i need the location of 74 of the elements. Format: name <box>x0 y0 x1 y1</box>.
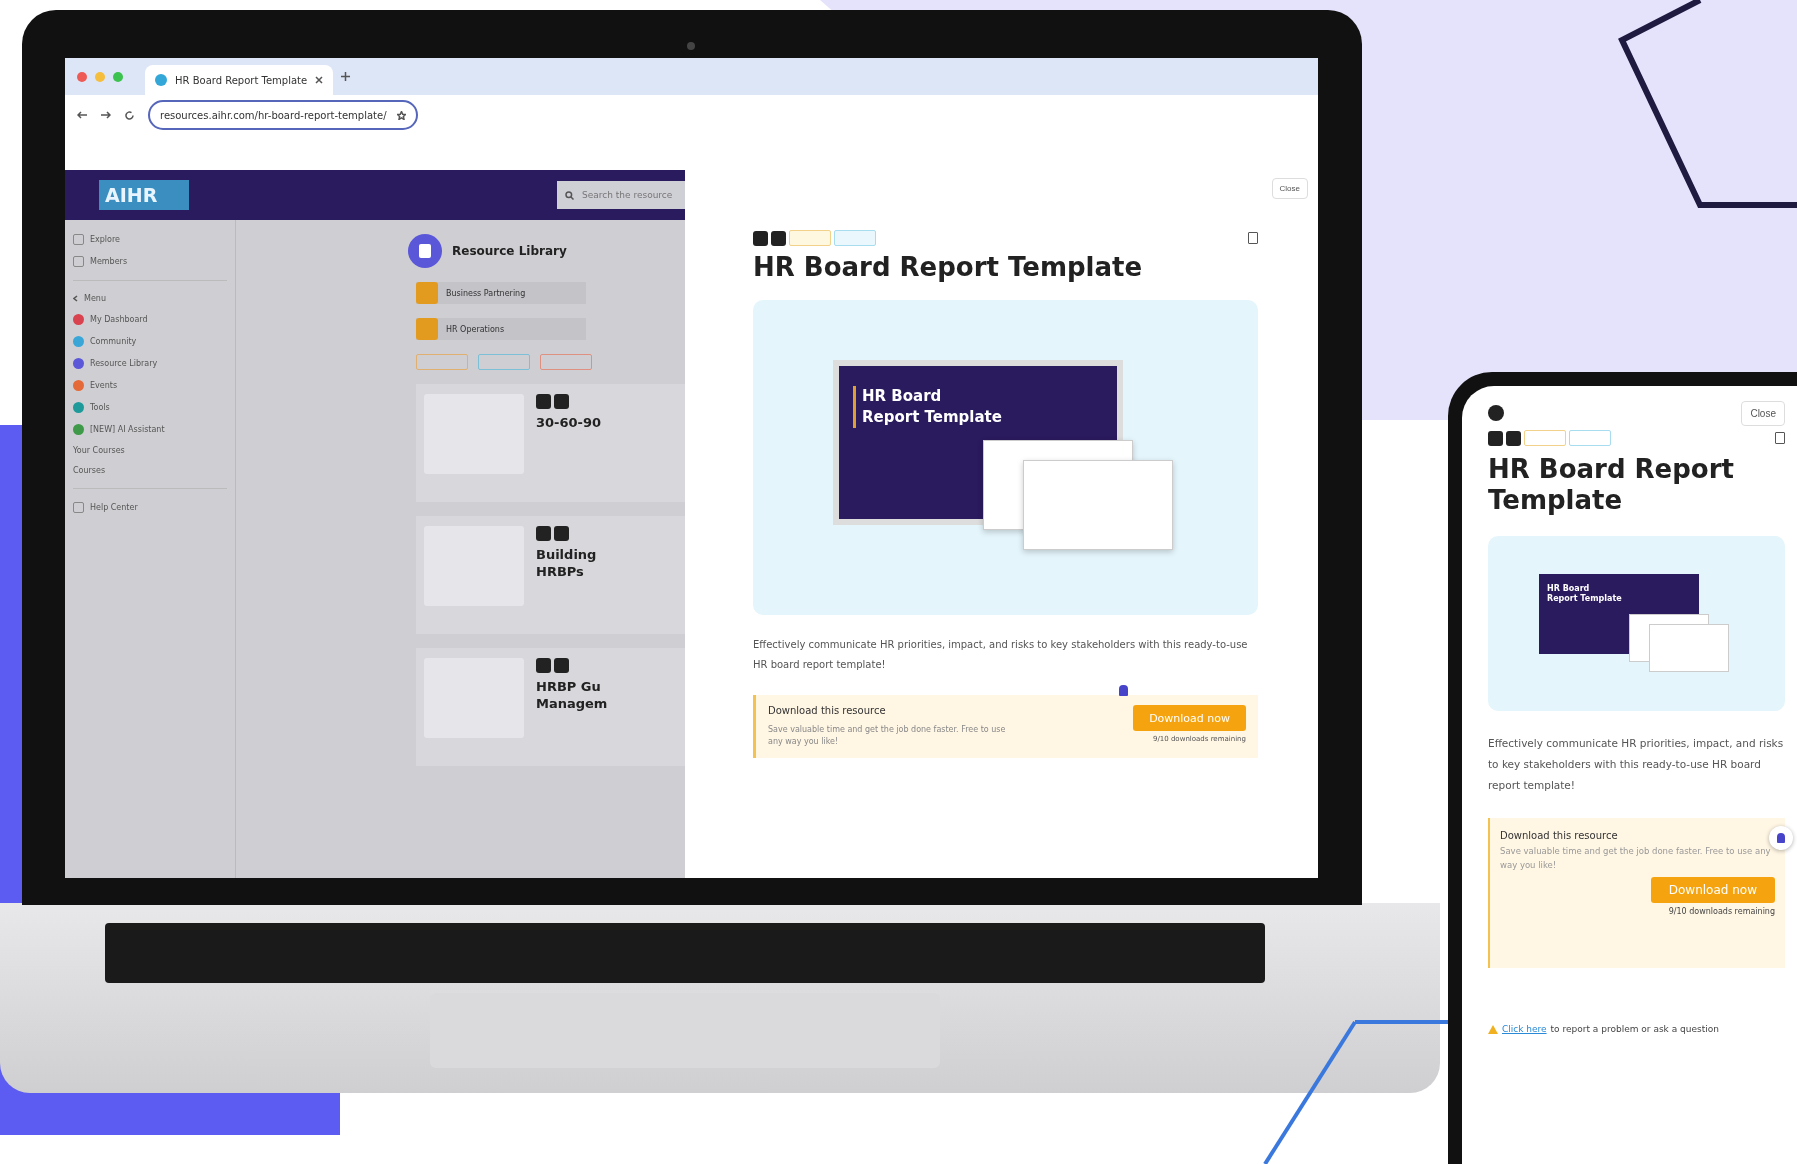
format-icon <box>771 230 786 246</box>
sidebar-item[interactable]: Explore <box>73 234 227 245</box>
resource-card[interactable]: 30-60-90 <box>416 384 685 502</box>
search-icon <box>565 190 574 200</box>
format-icon <box>1506 430 1521 446</box>
page-title: Resource Library <box>452 244 567 258</box>
star-icon[interactable] <box>396 110 406 120</box>
camera-icon <box>687 42 695 50</box>
slide-title: HR Board Report Template <box>853 386 1117 428</box>
card-title: Building HRBPs <box>536 547 597 581</box>
format-icon <box>536 394 551 409</box>
site-icon <box>155 74 167 86</box>
close-icon[interactable] <box>315 76 324 84</box>
logo: AIHR <box>99 180 189 210</box>
sidebar-item[interactable]: Members <box>73 256 227 267</box>
download-heading: Download this resource <box>1500 830 1619 842</box>
format-icon <box>554 526 569 541</box>
download-heading: Download this resource <box>768 705 887 716</box>
close-button[interactable]: Close <box>1271 178 1308 199</box>
download-text: Save valuable time and get the job done faster. Free to use any way you like! <box>1500 845 1772 872</box>
footer-text: to report a problem or ask a question <box>1550 1024 1719 1035</box>
tag-chip <box>1569 430 1611 446</box>
format-icon <box>536 526 551 541</box>
sidebar-item[interactable]: [NEW] AI Assistant <box>73 424 227 435</box>
reload-icon[interactable] <box>125 110 134 120</box>
forward-icon[interactable] <box>101 111 111 119</box>
resource-card[interactable]: HRBP Gu Managem <box>416 648 685 766</box>
format-icon <box>1488 430 1503 446</box>
url-text: resources.aihr.com/hr-board-report-template/ <box>160 109 387 121</box>
sidebar-item[interactable]: Events <box>73 380 227 391</box>
camera-icon <box>1488 405 1504 421</box>
card-title: 30-60-90 <box>536 415 602 432</box>
slide-title: HR Board Report Template <box>1547 583 1623 605</box>
tab-title: HR Board Report Template <box>175 74 308 86</box>
resource-title: HR Board Report Template <box>753 252 1144 282</box>
category-item[interactable]: HR Operations <box>416 318 586 340</box>
bookmark-icon[interactable] <box>1775 432 1785 444</box>
new-tab-icon[interactable] <box>341 72 351 81</box>
description: Effectively communicate HR priorities, impact, and risks to key stakeholders with this ready-to-use HR board report template! <box>753 638 1249 672</box>
tag-chip <box>834 230 876 246</box>
format-icon <box>753 230 768 246</box>
warning-icon <box>1488 1024 1498 1034</box>
sidebar-item[interactable]: Help Center <box>73 502 227 513</box>
menu-label: Menu <box>84 294 106 303</box>
sidebar-item[interactable]: Tools <box>73 402 227 413</box>
chevron-icon[interactable] <box>73 295 78 302</box>
sidebar-section[interactable]: Your Courses <box>73 446 227 455</box>
library-icon <box>408 234 442 268</box>
sidebar-item[interactable]: My Dashboard <box>73 314 227 325</box>
downloads-remaining: 9/10 downloads remaining <box>1668 906 1775 916</box>
sidebar-item[interactable]: Community <box>73 336 227 347</box>
bookmark-icon[interactable] <box>1248 232 1258 244</box>
bell-button[interactable] <box>1769 826 1793 850</box>
sidebar-item[interactable]: Resource Library <box>73 358 227 369</box>
sidebar-section[interactable]: Courses <box>73 466 227 475</box>
back-icon[interactable] <box>77 111 87 119</box>
format-icon <box>536 658 551 673</box>
search-placeholder: Search the resource <box>582 190 673 200</box>
category-item[interactable]: Business Partnering <box>416 282 586 304</box>
resource-title: HR Board Report Template <box>1488 454 1735 517</box>
tag-chip <box>789 230 831 246</box>
description: Effectively communicate HR priorities, impact, and risks to key stakeholders with this ready-to-use HR board report template! <box>1488 736 1785 794</box>
close-button[interactable]: Close <box>1741 400 1785 426</box>
format-icon <box>554 658 569 673</box>
card-title: HRBP Gu Managem <box>536 679 608 713</box>
tag-chip <box>1524 430 1566 446</box>
download-text: Save valuable time and get the job done faster. Free to use any way you like! <box>768 724 1007 748</box>
address-bar[interactable]: resources.aihr.com/hr-board-report-template/ <box>148 100 418 130</box>
search-field[interactable]: Search the resource <box>557 181 685 209</box>
format-icon <box>554 394 569 409</box>
browser-tab[interactable]: HR Board Report Template <box>145 65 334 95</box>
window-control-icon[interactable] <box>77 71 87 82</box>
report-link[interactable]: Click here <box>1502 1024 1547 1035</box>
resource-card[interactable]: Building HRBPs <box>416 516 685 634</box>
